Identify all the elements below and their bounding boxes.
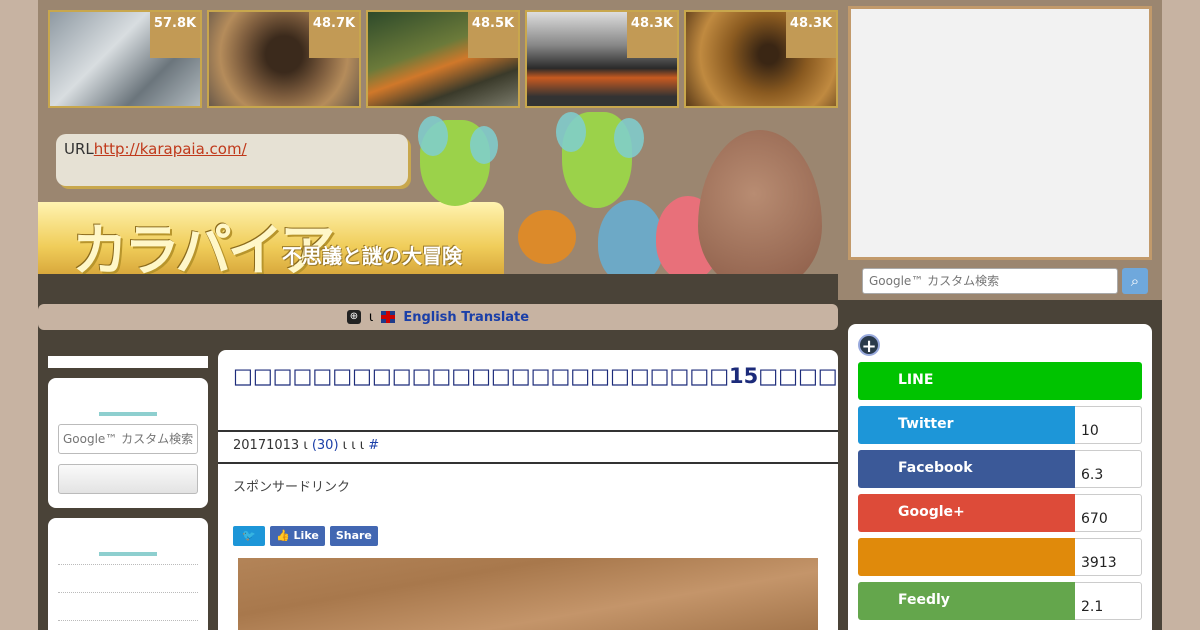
blue-bird-mascot-illustration <box>598 200 664 284</box>
advertisement-box <box>848 6 1152 260</box>
section-divider <box>99 412 157 416</box>
article-meta: 20171013 ι (30) ι ι ι # <box>218 432 838 464</box>
orange-bird-mascot-illustration <box>518 210 576 264</box>
thumbnail-count: 48.7K <box>309 12 359 58</box>
facebook-like-button[interactable]: 👍 Like <box>270 526 325 546</box>
twitter-bird-icon: 🐦 <box>242 529 256 542</box>
thumbnail-3[interactable]: 48.5K <box>366 10 520 108</box>
url-box: URLhttp://karapaia.com/ <box>56 134 408 186</box>
header-search: ⌕ <box>862 268 1148 294</box>
search-icon[interactable]: ⌕ <box>1122 268 1148 294</box>
list-item[interactable] <box>58 620 198 630</box>
plus-icon[interactable]: + <box>858 334 880 357</box>
feedly-share-label: Feedly <box>858 582 1075 620</box>
site-tagline: 不思議と謎の大冒険 <box>282 244 462 268</box>
thumbnail-count: 57.8K <box>150 12 200 58</box>
left-list-panel <box>48 518 208 630</box>
url-label: URL <box>64 140 94 158</box>
english-translate-link[interactable]: English Translate <box>403 310 529 325</box>
wing-illustration <box>614 118 644 158</box>
meta-separator: ι ι ι <box>342 438 369 453</box>
article-date: 20171013 <box>233 438 300 453</box>
thumbnail-count: 48.3K <box>786 12 836 58</box>
left-sidebar-top-strip <box>48 356 208 368</box>
facebook-share-row[interactable]: Facebook 6.3 <box>858 450 1142 488</box>
thumbs-up-icon: 👍 <box>276 529 290 542</box>
sponsored-label: スポンサードリンク <box>233 480 351 495</box>
thumbnail-5[interactable]: 48.3K <box>684 10 838 108</box>
feedly-share-row[interactable]: Feedly 2.1 <box>858 582 1142 620</box>
thumbnail-1[interactable]: 57.8K <box>48 10 202 108</box>
thumbnail-4[interactable]: 48.3K <box>525 10 679 108</box>
wing-illustration <box>556 112 586 152</box>
site-url-link[interactable]: http://karapaia.com/ <box>94 140 247 158</box>
article: □□□□□□□□□□□□□□□□□□□□□□□□□15□□□□□□□□□□□□□… <box>218 350 838 630</box>
translate-separator: ι <box>368 309 374 325</box>
uk-flag-icon[interactable] <box>381 311 396 323</box>
search-input[interactable] <box>862 268 1118 294</box>
facebook-share-count: 6.3 <box>1075 450 1142 488</box>
hatena-share-label <box>858 538 1075 576</box>
facebook-share-button[interactable]: Share <box>329 526 378 546</box>
globe-icon[interactable]: ⊕ <box>346 310 361 324</box>
meta-separator: ι <box>303 438 312 453</box>
thumbnail-count: 48.5K <box>468 12 518 58</box>
line-share-label: LINE <box>858 362 1142 400</box>
thumbnail-2[interactable]: 48.7K <box>207 10 361 108</box>
sidebar-search-button[interactable] <box>58 464 198 494</box>
section-divider <box>99 552 157 556</box>
sidebar-search-input[interactable] <box>58 424 198 454</box>
thumbnail-count: 48.3K <box>627 12 677 58</box>
popular-thumbnails: 57.8K 48.7K 48.5K 48.3K 48.3K <box>48 10 838 108</box>
hatena-share-row[interactable]: 3913 <box>858 538 1142 576</box>
twitter-share-label: Twitter <box>858 406 1075 444</box>
facebook-share-label: Facebook <box>858 450 1075 488</box>
social-share-panel: + LINE Twitter 10 Facebook 6.3 Google+ 6… <box>848 324 1152 630</box>
googleplus-share-row[interactable]: Google+ 670 <box>858 494 1142 532</box>
feedly-share-count: 2.1 <box>1075 582 1142 620</box>
article-share-buttons: 🐦 👍 Like Share <box>233 526 378 546</box>
article-title[interactable]: □□□□□□□□□□□□□□□□□□□□□□□□□15□□□□□□□□□□□□□… <box>218 350 838 432</box>
list-item[interactable] <box>58 564 198 592</box>
list-item[interactable] <box>58 592 198 620</box>
comment-count-link[interactable]: (30) <box>312 438 339 453</box>
wing-illustration <box>418 116 448 156</box>
wing-illustration <box>470 126 498 164</box>
googleplus-share-count: 670 <box>1075 494 1142 532</box>
left-search-panel <box>48 378 208 508</box>
twitter-share-row[interactable]: Twitter 10 <box>858 406 1142 444</box>
twitter-share-button[interactable]: 🐦 <box>233 526 265 546</box>
translate-bar: ⊕ ι English Translate <box>38 304 838 330</box>
header-bottom-bar <box>38 274 838 304</box>
article-image <box>238 558 818 630</box>
hatena-share-count: 3913 <box>1075 538 1142 576</box>
twitter-share-count: 10 <box>1075 406 1142 444</box>
googleplus-share-label: Google+ <box>858 494 1075 532</box>
line-share-row[interactable]: LINE <box>858 362 1142 400</box>
like-label: Like <box>293 529 319 542</box>
hashtag-link[interactable]: # <box>368 438 379 453</box>
